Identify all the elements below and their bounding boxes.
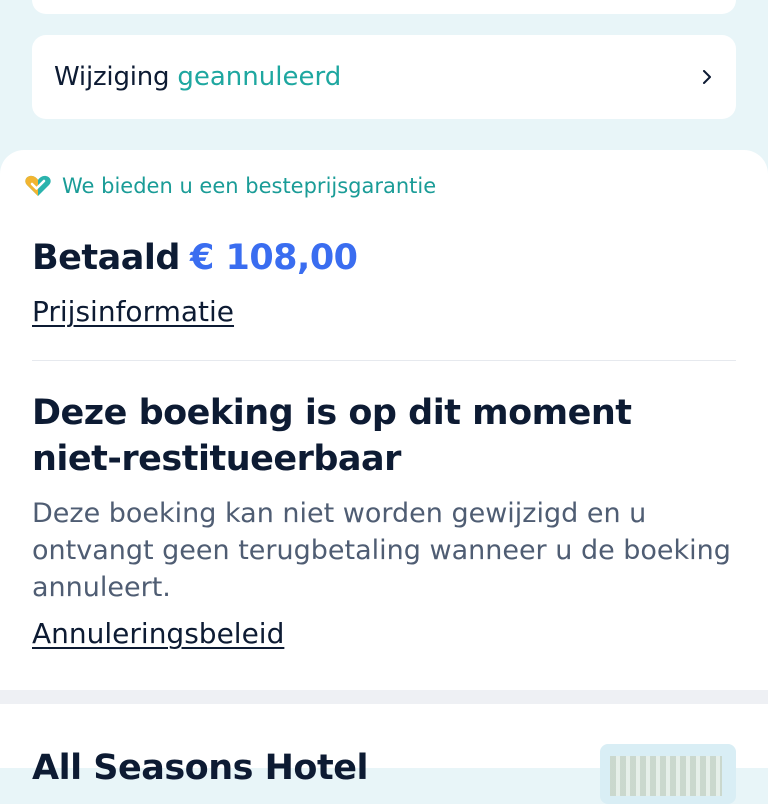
hotel-card[interactable]: All Seasons Hotel — [0, 704, 768, 804]
modification-label: Wijziging — [54, 62, 170, 92]
paid-label: Betaald — [32, 238, 180, 278]
guarantee-text: We bieden u een besteprijsgarantie — [62, 174, 437, 198]
refund-description: Deze boeking kan niet worden gewijzigd e… — [32, 498, 731, 603]
refund-title: Deze boeking is op dit moment niet-resti… — [32, 393, 632, 479]
divider — [32, 360, 736, 361]
chevron-right-icon — [703, 70, 711, 84]
booking-details-panel: We bieden u een besteprijsgarantie Betaa… — [0, 150, 768, 690]
modification-status-row[interactable]: Wijziging geannuleerd — [32, 35, 736, 119]
hotel-building-image — [610, 756, 722, 796]
previous-card — [32, 0, 736, 14]
price-info-link[interactable]: Prijsinformatie — [32, 295, 234, 328]
best-price-guarantee: We bieden u een besteprijsgarantie — [24, 174, 436, 198]
hotel-name: All Seasons Hotel — [32, 748, 368, 788]
paid-amount: € 108,00 — [189, 238, 358, 278]
cancellation-policy-link[interactable]: Annuleringsbeleid — [32, 617, 284, 650]
heart-check-icon — [25, 175, 51, 196]
paid-summary: Betaald € 108,00 — [32, 238, 358, 278]
section-separator — [0, 690, 768, 704]
modification-status: geannuleerd — [177, 62, 342, 92]
hotel-thumbnail[interactable] — [600, 744, 736, 804]
